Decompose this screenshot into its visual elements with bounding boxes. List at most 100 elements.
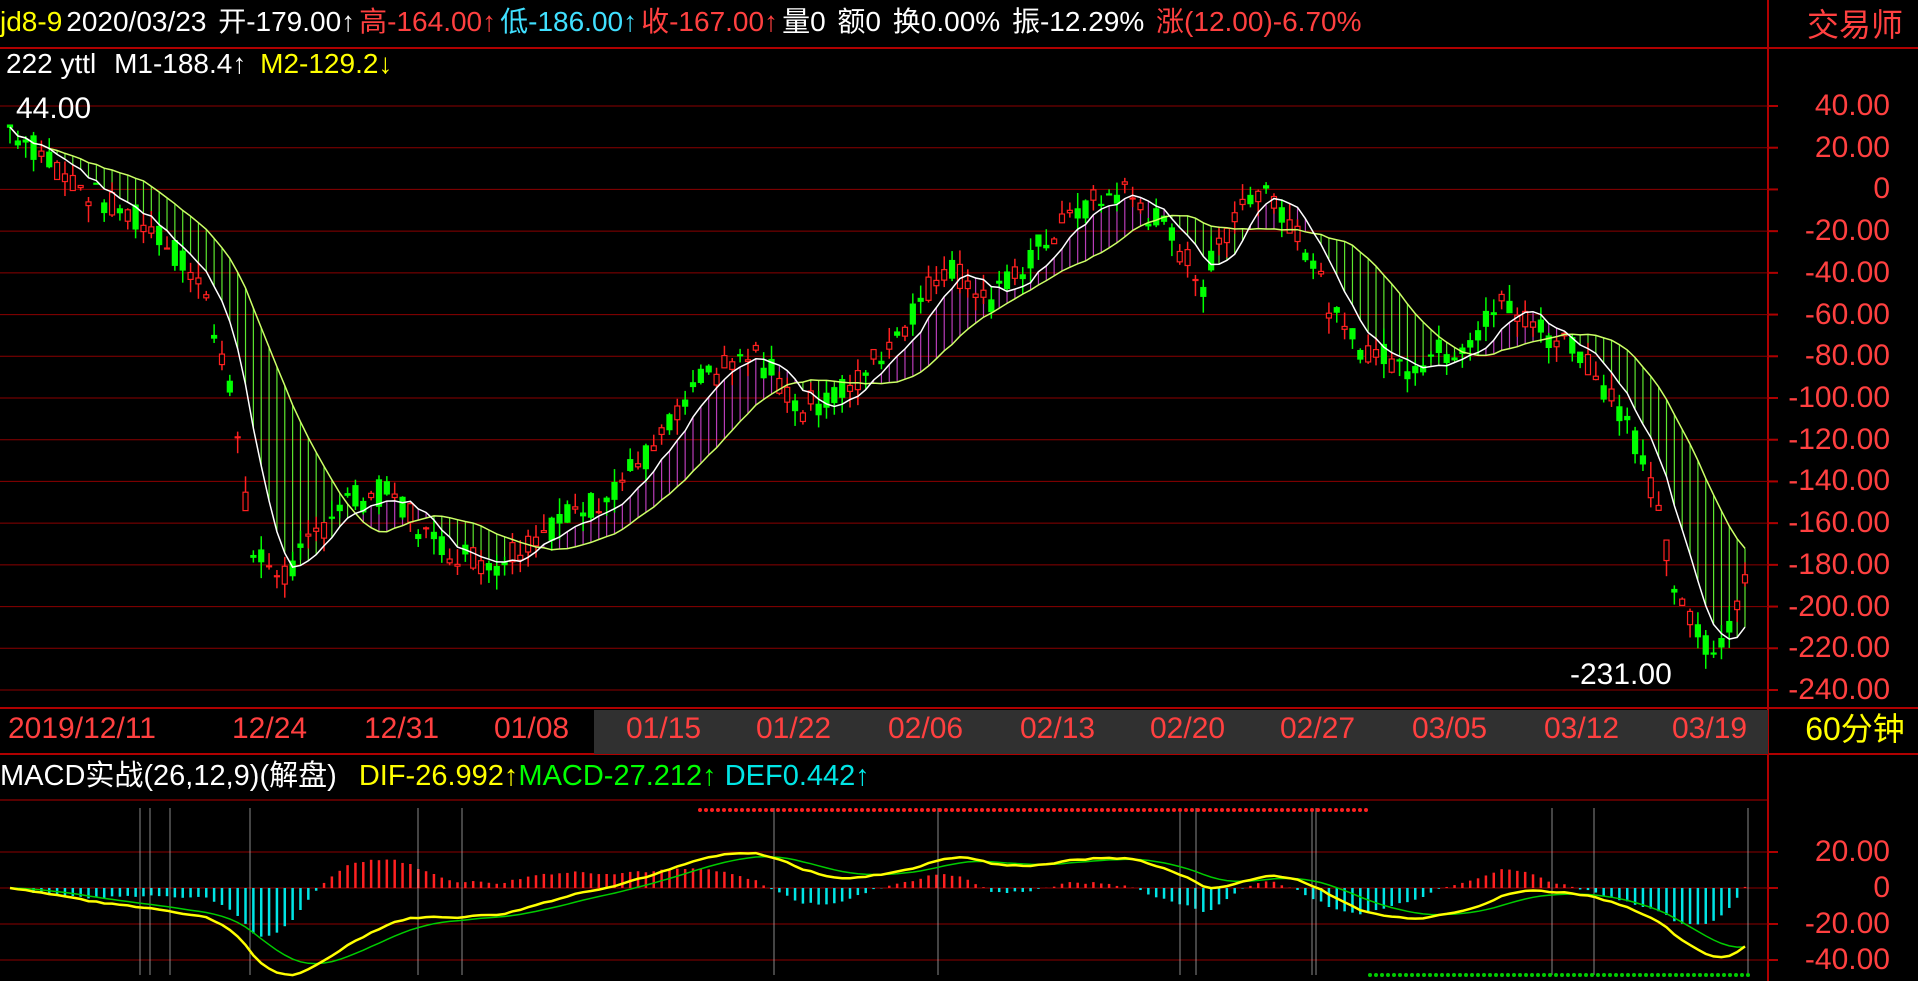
top-signal-dot (1328, 808, 1332, 812)
top-signal-dot (1124, 808, 1128, 812)
top-signal-dot (848, 808, 852, 812)
top-signal-dot (938, 808, 942, 812)
def-value: DEF0.442↑ (724, 760, 870, 792)
bottom-signal-dot (1710, 973, 1714, 977)
m2-line (9, 126, 1746, 551)
period-selector[interactable]: 60分钟 (1792, 704, 1918, 754)
top-signal-dot (1004, 808, 1008, 812)
macd-title[interactable]: MACD实战(26,12,9)(解盘) (0, 760, 337, 792)
top-signal-dot (788, 808, 792, 812)
candle-body (1003, 271, 1011, 290)
top-signal-dot (1232, 808, 1236, 812)
bottom-signal-dot (1584, 973, 1588, 977)
price-axis-label: 20.00 (1814, 130, 1890, 164)
candle-body (831, 387, 838, 404)
candle-body (1404, 371, 1411, 380)
candle-body (1263, 185, 1270, 189)
candle-body (595, 511, 602, 514)
top-signal-dot (878, 808, 882, 812)
candle-body (116, 208, 124, 214)
top-signal-dot (1268, 808, 1272, 812)
bottom-signal-dot (1524, 973, 1528, 977)
candle-body (320, 522, 328, 539)
bottom-signal-dot (1716, 973, 1720, 977)
candle-body (689, 382, 697, 388)
candle-body (1105, 193, 1113, 196)
candle-body (187, 271, 194, 280)
candle-body (46, 151, 53, 168)
candle-body (195, 277, 202, 285)
top-signal-dot (1334, 808, 1338, 812)
candle-body (941, 269, 948, 281)
candle-body (894, 331, 901, 336)
candle-body (1741, 574, 1749, 584)
candle-body (368, 492, 375, 499)
candle-body (1027, 249, 1034, 269)
candle-body (1734, 600, 1741, 611)
candle-body (1694, 624, 1701, 638)
bottom-signal-dot (1452, 973, 1456, 977)
candle-body (297, 543, 304, 548)
bottom-signal-dot (1656, 973, 1660, 977)
bottom-signal-dot (1728, 973, 1732, 977)
top-signal-dot (1208, 808, 1212, 812)
date-axis-label: 03/12 (1544, 712, 1620, 745)
top-signal-dot (1214, 808, 1218, 812)
candle-body (1176, 250, 1183, 263)
candle-body (1663, 539, 1670, 562)
bottom-signal-dot (1518, 973, 1522, 977)
candle-body (148, 226, 155, 234)
top-signal-dot (698, 808, 702, 812)
candle-body (1200, 286, 1207, 297)
top-signal-dot (914, 808, 918, 812)
candle-body (791, 400, 799, 412)
candle-body (124, 209, 131, 222)
candle-body (846, 384, 854, 392)
bottom-signal-dot (1608, 973, 1612, 977)
candle-body (909, 303, 916, 325)
price-axis-label: -240.00 (1788, 673, 1890, 706)
candle-body (744, 359, 752, 363)
candle-body (140, 224, 147, 233)
period-unit: 分钟 (1840, 711, 1905, 747)
candle-body (1412, 366, 1419, 374)
top-signal-dot (980, 808, 984, 812)
top-signal-dot (800, 808, 804, 812)
candle-body (1215, 237, 1223, 245)
top-signal-dot (1184, 808, 1188, 812)
chart-canvas[interactable] (0, 0, 1918, 981)
candle-body (77, 184, 84, 189)
candle-body (1443, 354, 1450, 364)
top-signal-dot (1340, 808, 1344, 812)
top-signal-dot (1154, 808, 1158, 812)
bottom-signal-dot (1596, 973, 1600, 977)
candle-body (446, 558, 453, 564)
bottom-signal-dot (1632, 973, 1636, 977)
candle-body (383, 481, 390, 495)
top-signal-dot (1130, 808, 1134, 812)
top-signal-dot (866, 808, 870, 812)
top-signal-dot (884, 808, 888, 812)
candle-body (328, 516, 335, 519)
top-signal-dot (722, 808, 726, 812)
top-signal-dot (740, 808, 744, 812)
candle-body (179, 250, 186, 271)
top-signal-dot (1256, 808, 1260, 812)
date-axis-label: 03/19 (1672, 712, 1748, 745)
candle-body (258, 549, 265, 563)
candle-body (1372, 348, 1380, 358)
candle-body (477, 560, 485, 575)
bottom-signal-dot (1482, 973, 1486, 977)
top-signal-dot (1076, 808, 1080, 812)
candle-body (344, 493, 351, 496)
bottom-signal-dot (1554, 973, 1558, 977)
top-signal-dot (1298, 808, 1302, 812)
top-signal-dot (776, 808, 780, 812)
price-axis-label: -20.00 (1804, 214, 1890, 248)
candle-body (1631, 430, 1639, 455)
top-signal-dot (1058, 808, 1062, 812)
candle-body (1333, 307, 1340, 313)
price-axis-label: 40.00 (1814, 89, 1890, 122)
candle-body (1239, 198, 1246, 206)
candle-body (336, 504, 343, 512)
